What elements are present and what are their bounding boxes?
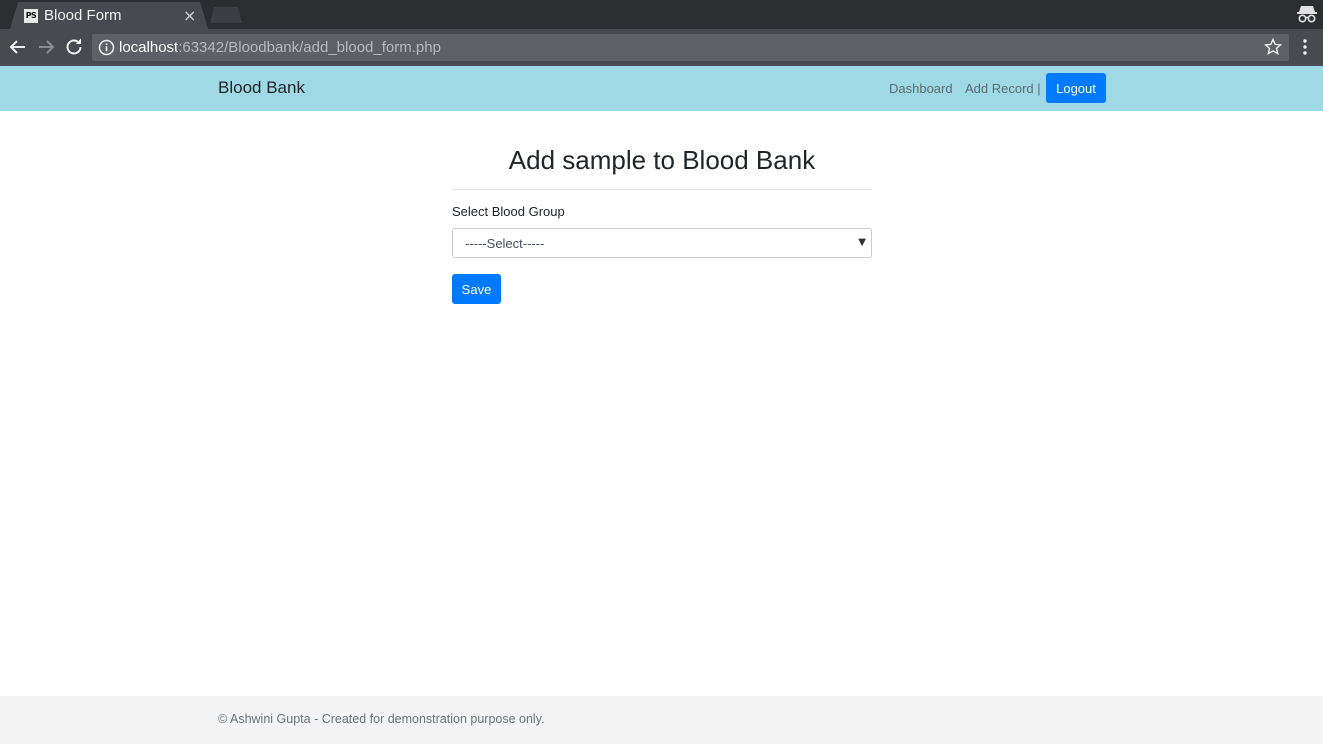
- blood-group-select[interactable]: -----Select----- ▼: [452, 228, 872, 258]
- url-path: :63342/Bloodbank/add_blood_form.php: [178, 39, 441, 56]
- logout-button[interactable]: Logout: [1046, 73, 1106, 103]
- site-navbar: Blood Bank Dashboard Add Record | Logout: [0, 66, 1323, 111]
- star-icon[interactable]: [1264, 38, 1282, 56]
- footer-text: © Ashwini Gupta - Created for demonstrat…: [218, 712, 545, 726]
- url-text: localhost:63342/Bloodbank/add_blood_form…: [119, 39, 441, 56]
- brand-link[interactable]: Blood Bank: [218, 78, 305, 98]
- back-icon[interactable]: [9, 38, 27, 56]
- info-icon[interactable]: [98, 39, 115, 56]
- footer: © Ashwini Gupta - Created for demonstrat…: [0, 696, 1323, 744]
- blood-group-label: Select Blood Group: [452, 204, 565, 219]
- tab-title: Blood Form: [44, 7, 122, 24]
- save-button[interactable]: Save: [452, 274, 501, 304]
- chevron-down-icon: ▼: [858, 237, 866, 248]
- new-tab-button[interactable]: [210, 7, 242, 23]
- divider: [452, 189, 872, 190]
- forward-icon[interactable]: [37, 38, 55, 56]
- browser-tabstrip: PS Blood Form ×: [0, 0, 1323, 29]
- tab-close-icon[interactable]: ×: [183, 6, 196, 25]
- nav-link-dashboard[interactable]: Dashboard: [889, 81, 953, 96]
- menu-icon[interactable]: [1298, 38, 1312, 56]
- reload-icon[interactable]: [65, 38, 83, 56]
- incognito-icon: [1297, 6, 1317, 23]
- select-value: -----Select-----: [465, 236, 545, 251]
- address-bar[interactable]: localhost:63342/Bloodbank/add_blood_form…: [92, 34, 1289, 61]
- nav-link-add-record[interactable]: Add Record |: [965, 81, 1041, 96]
- browser-tab[interactable]: PS Blood Form ×: [10, 2, 208, 29]
- page-title: Add sample to Blood Bank: [508, 145, 816, 175]
- browser-toolbar: localhost:63342/Bloodbank/add_blood_form…: [0, 29, 1323, 66]
- url-host: localhost: [119, 39, 179, 56]
- phpstorm-favicon-icon: PS: [24, 9, 38, 23]
